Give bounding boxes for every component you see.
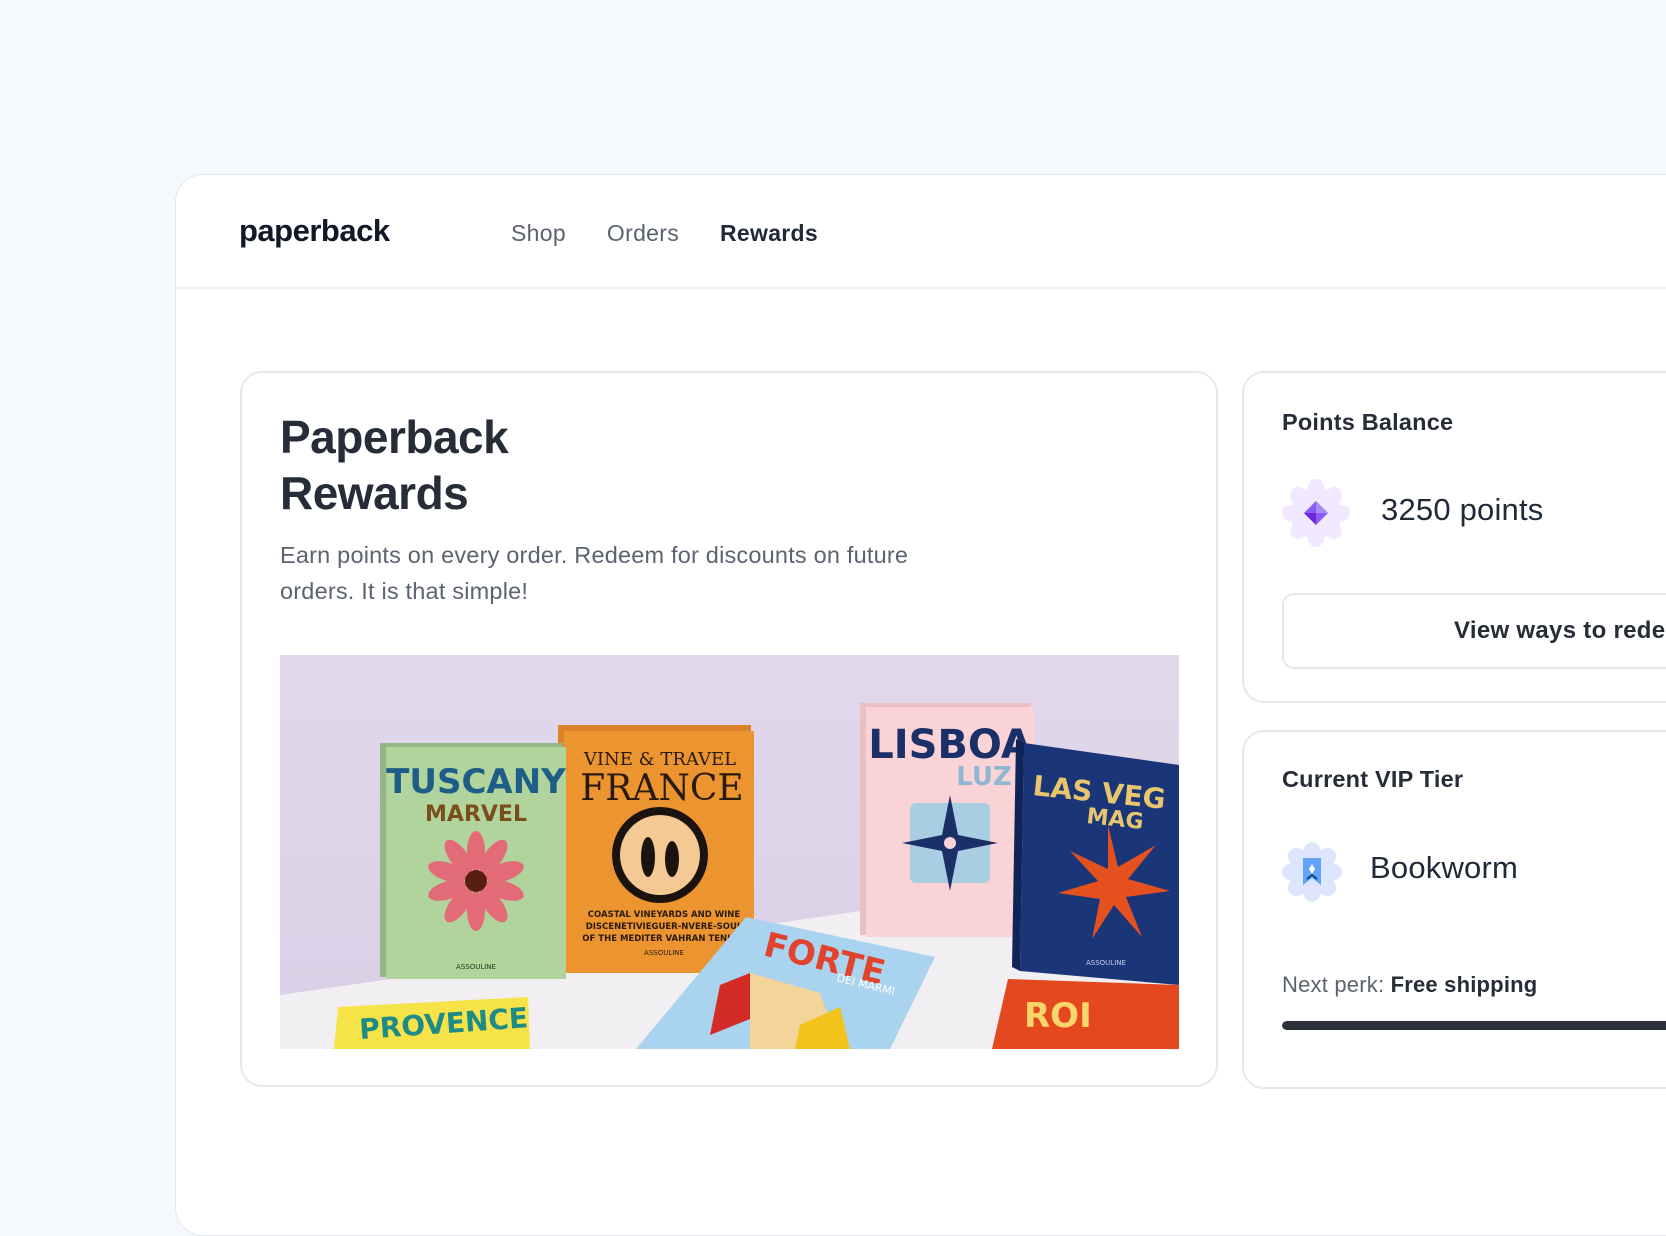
book-france-caption-1: COASTAL VINEYARDS AND WINE [588,910,741,920]
book-roma: ROI [992,979,1179,1049]
page-title: Paperback Rewards [280,409,780,521]
book-lisboa: LISBOA LUZ [860,703,1034,937]
book-france-publisher: ASSOULINE [644,949,684,957]
vip-progress-fill [1282,1021,1666,1030]
rewards-hero-card: Paperback Rewards Earn points on every o… [240,371,1218,1087]
points-balance-card: Points Balance 3250 points View ways to … [1242,371,1666,703]
book-lisboa-subtitle: LUZ [956,762,1012,792]
book-las-vegas: LAS VEG MAG ASSOULINE [1012,739,1179,985]
nav-rewards[interactable]: Rewards [720,220,818,247]
points-balance-title: Points Balance [1282,409,1454,435]
vip-progress-bar [1282,1021,1666,1030]
points-value: 3250 points [1381,492,1544,527]
bookmark-badge-icon [1280,840,1344,904]
book-france-title: FRANCE [580,768,743,809]
book-france-caption-3: OF THE MEDITER VAHRAN TENUTE [582,934,746,944]
app-window: paperback Shop Orders Rewards Paperback … [175,174,1666,1236]
book-tuscany-publisher: ASSOULINE [456,963,496,971]
title-line-1: Paperback [280,411,509,463]
book-france-caption-2: DISCENETIVIEGUER-NVERE-SOUL [586,922,743,932]
hero-description: Earn points on every order. Redeem for d… [280,542,909,604]
vip-tier-title: Current VIP Tier [1282,766,1464,792]
book-lasvegas-publisher: ASSOULINE [1086,959,1126,967]
book-tuscany-title: TUSCANY [386,762,566,802]
title-line-2: Rewards [280,467,469,519]
main-nav: Shop Orders Rewards [511,220,818,247]
book-france: VINE & TRAVEL FRANCE COASTAL VINEYARDS A… [558,725,754,973]
vip-tier-name: Bookworm [1370,850,1519,885]
next-perk: Next perk: Free shipping [1282,972,1537,998]
book-tuscany: TUSCANY MARVEL ASSOULINE [380,743,566,979]
book-france-subtitle: VINE & TRAVEL [583,749,736,770]
view-ways-to-redeem-button[interactable]: View ways to redeem [1282,593,1666,669]
nav-orders[interactable]: Orders [607,220,679,247]
brand-logo[interactable]: paperback [239,213,390,249]
next-perk-label: Next perk: [1282,972,1385,997]
hero-books-image: VINE & TRAVEL FRANCE COASTAL VINEYARDS A… [280,655,1179,1049]
top-navigation-bar: paperback Shop Orders Rewards [176,175,1666,289]
next-perk-value: Free shipping [1390,972,1538,997]
nav-shop[interactable]: Shop [511,220,566,247]
book-roma-title: ROI [1024,996,1092,1036]
vip-tier-card: Current VIP Tier Bookworm Next perk: Fre… [1242,730,1666,1089]
book-tuscany-subtitle: MARVEL [425,802,527,827]
diamond-icon [1280,477,1352,549]
books-illustration: VINE & TRAVEL FRANCE COASTAL VINEYARDS A… [280,655,1179,1049]
